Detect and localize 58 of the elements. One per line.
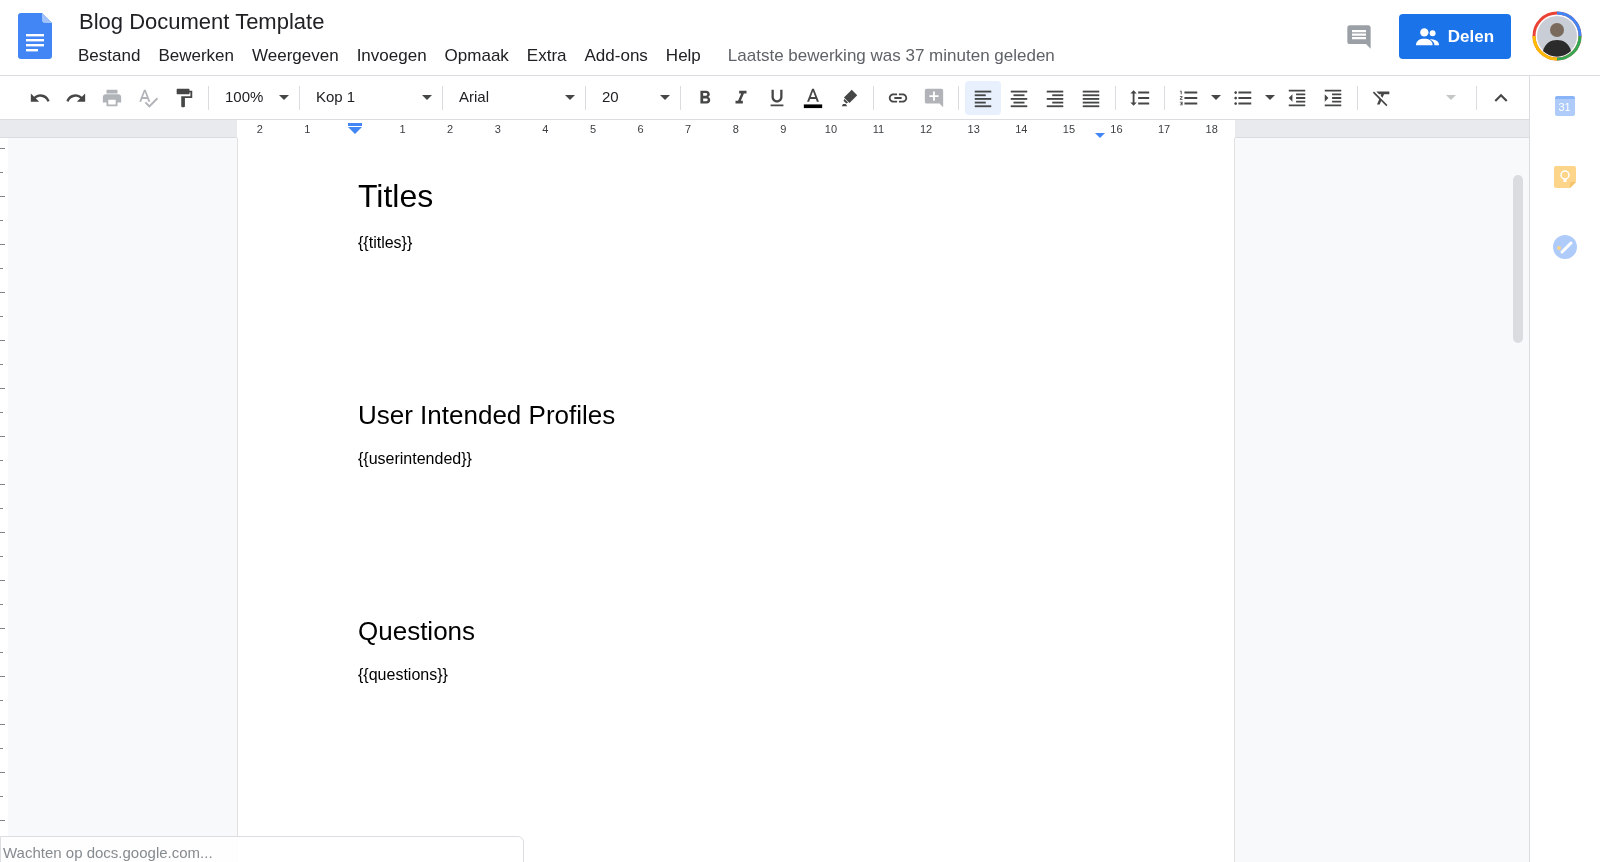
ruler-number: 7 — [685, 123, 692, 136]
ruler-number: 9 — [780, 123, 787, 136]
caret-icon[interactable] — [1265, 95, 1275, 101]
font-dropdown[interactable]: Arial — [449, 80, 579, 115]
font-size-dropdown[interactable]: 20 — [592, 80, 674, 115]
zoom-dropdown[interactable]: 100% — [215, 80, 293, 115]
last-edit-link[interactable]: Laatste bewerking was 37 minuten geleden — [727, 46, 1055, 67]
style-dropdown[interactable]: Kop 1 — [306, 80, 436, 115]
heading: Titles — [358, 176, 435, 215]
ruler-number: 15 — [1062, 123, 1075, 136]
ruler-number: 17 — [1157, 123, 1171, 136]
menu-item[interactable]: Extra — [517, 44, 576, 69]
ruler-number: 2 — [447, 123, 454, 136]
ruler-number: 12 — [920, 123, 933, 136]
comments-icon[interactable] — [1345, 22, 1373, 51]
scrollbar[interactable] — [1513, 174, 1523, 343]
document-title[interactable]: Blog Document Template — [78, 9, 1055, 36]
menu-item[interactable]: Bestand — [69, 44, 150, 69]
menu-item[interactable]: Invoegen — [347, 44, 436, 69]
avatar-icon[interactable] — [1532, 11, 1582, 61]
ruler-number: 5 — [589, 123, 596, 136]
ruler-number: 1 — [304, 123, 311, 136]
ruler-number: 13 — [967, 123, 980, 136]
caret-icon — [565, 95, 575, 101]
ruler-number: 6 — [637, 123, 644, 136]
ruler-number: 18 — [1205, 123, 1218, 136]
ruler-number: 3 — [494, 123, 501, 136]
people-icon — [1415, 26, 1440, 47]
paragraph: {{questions}} — [358, 664, 449, 685]
text-color-icon — [802, 86, 824, 109]
indent-marker-icon[interactable] — [348, 123, 362, 136]
ruler-number: 8 — [732, 123, 739, 136]
heading: User Intended Profiles — [358, 399, 617, 431]
ruler-number: 14 — [1015, 123, 1028, 136]
ruler-number: 11 — [872, 123, 885, 136]
add-comment-icon — [923, 86, 945, 109]
ruler-number: 1 — [399, 123, 406, 136]
align-left-button[interactable] — [965, 80, 1001, 115]
caret-icon[interactable] — [1211, 95, 1221, 101]
menu-item[interactable]: Weergeven — [243, 44, 348, 69]
caret-icon — [660, 95, 670, 101]
paragraph: {{userintended}} — [358, 448, 473, 469]
ruler-number: 2 — [256, 123, 263, 136]
paragraph: {{titles}} — [358, 232, 414, 253]
menu-item[interactable]: Bewerken — [149, 44, 243, 69]
menu-item[interactable]: Add-ons — [575, 44, 657, 69]
share-button[interactable]: Delen — [1399, 14, 1511, 59]
caret-icon — [422, 95, 432, 101]
indent-marker-icon[interactable] — [1095, 133, 1105, 139]
menu-item[interactable]: Opmaak — [435, 44, 518, 69]
docs-logo-icon[interactable] — [18, 13, 52, 59]
caret-icon — [279, 95, 289, 101]
menu-item[interactable]: Help — [656, 44, 710, 69]
heading: Questions — [358, 615, 477, 647]
ruler-number: 16 — [1110, 123, 1123, 136]
ruler-number: 4 — [542, 123, 549, 136]
status-text: Wachten op docs.google.com... — [0, 836, 524, 862]
ruler-number: 10 — [824, 123, 838, 136]
